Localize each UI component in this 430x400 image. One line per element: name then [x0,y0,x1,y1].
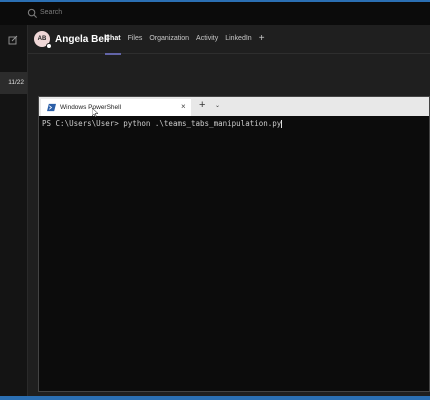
text-cursor [281,120,283,128]
search-icon [27,8,38,19]
console-prompt: PS C:\Users\User> [42,119,124,128]
compose-icon[interactable] [8,35,18,45]
chat-date: 11/22 [8,79,24,86]
tab-files[interactable]: Files [128,35,143,43]
chat-header: AB Angela Bell Chat Files Organization A… [28,25,430,55]
tab-chat[interactable]: Chat [105,35,121,55]
chat-tabs: Chat Files Organization Activity LinkedI… [105,34,265,55]
powershell-tab-title: Windows PowerShell [60,104,122,111]
chat-user-name: Angela Bell [55,34,110,45]
search-bar[interactable]: Search [0,2,430,25]
tab-organization[interactable]: Organization [149,35,189,43]
add-tab-icon[interactable]: + [259,34,265,44]
window-bottom-accent [0,396,430,400]
console-command: python .\teams_tabs_manipulation.py [123,119,282,128]
presence-icon [46,43,52,49]
powershell-tab[interactable]: Windows PowerShell × [41,99,191,116]
search-input[interactable]: Search [40,9,62,16]
chat-list-divider [27,25,28,400]
mouse-pointer-icon [92,108,98,117]
console-line[interactable]: PS C:\Users\User> python .\teams_tabs_ma… [42,119,283,128]
chat-list-item[interactable]: 11/22 [0,72,27,94]
powershell-window[interactable]: Windows PowerShell × + ⌄ PS C:\Users\Use… [38,96,430,392]
tab-activity[interactable]: Activity [196,35,218,43]
powershell-icon [47,103,56,112]
chevron-down-icon[interactable]: ⌄ [215,102,220,109]
new-tab-button[interactable]: + [199,99,205,111]
close-icon[interactable]: × [181,102,186,111]
tab-linkedin[interactable]: LinkedIn [225,35,251,43]
